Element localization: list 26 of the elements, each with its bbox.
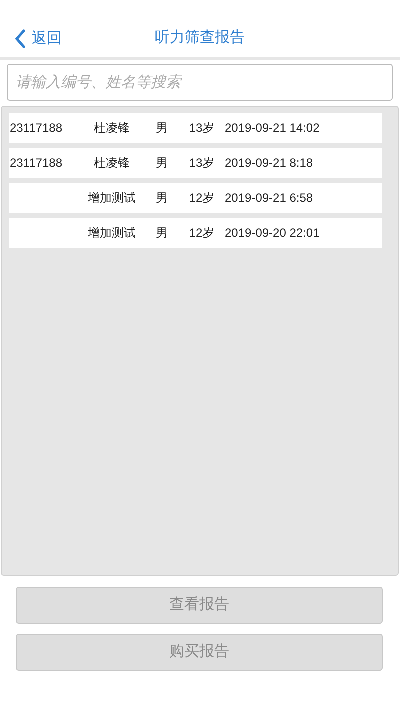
record-name: 杜凌锋	[94, 120, 130, 137]
record-time: 2019-09-20 22:01	[225, 225, 320, 242]
record-name: 增加测试	[88, 190, 136, 207]
record-age: 12岁	[189, 225, 215, 242]
record-id: 23117188	[10, 121, 62, 135]
record-row[interactable]: 23117188 杜凌锋 男 13岁 2019-09-21 8:18	[9, 148, 382, 178]
record-gender: 男	[156, 120, 168, 137]
page-title: 听力筛查报告	[155, 28, 245, 48]
record-gender: 男	[156, 155, 168, 172]
record-name: 增加测试	[88, 225, 136, 242]
record-name: 杜凌锋	[94, 155, 130, 172]
record-time: 2019-09-21 6:58	[225, 190, 314, 207]
record-age: 12岁	[189, 190, 215, 207]
record-row[interactable]: 23117188 杜凌锋 男 13岁 2019-09-21 14:02	[9, 113, 382, 143]
back-chevron-icon	[14, 29, 26, 50]
record-row[interactable]: 增加测试 男 12岁 2019-09-20 22:01	[9, 218, 382, 248]
record-gender: 男	[156, 225, 168, 242]
record-time: 2019-09-21 14:02	[225, 120, 320, 137]
record-row[interactable]: 增加测试 男 12岁 2019-09-21 6:58	[9, 183, 382, 213]
record-time: 2019-09-21 8:18	[225, 155, 314, 172]
back-button[interactable]: 返回	[14, 28, 62, 50]
record-age: 13岁	[189, 120, 215, 137]
record-age: 13岁	[189, 155, 215, 172]
record-gender: 男	[156, 190, 168, 207]
record-id: 23117188	[10, 156, 62, 170]
search-field[interactable]: 请输入编号、姓名等搜索	[7, 64, 393, 101]
